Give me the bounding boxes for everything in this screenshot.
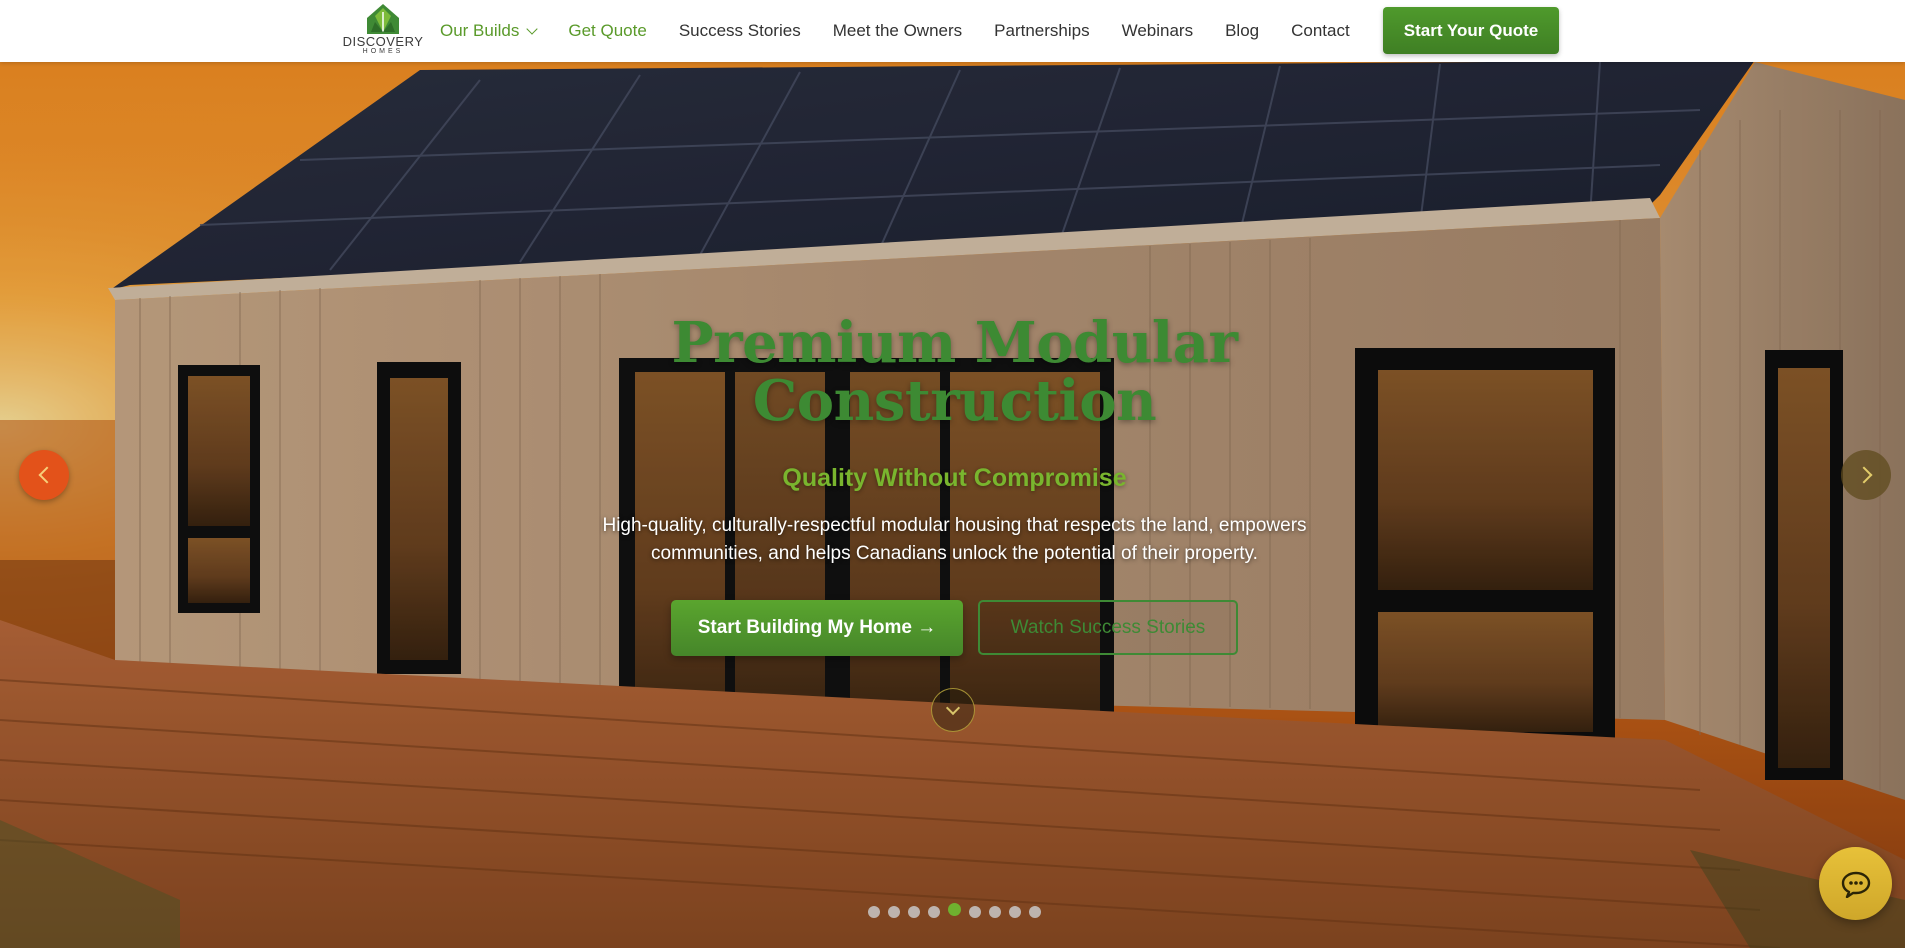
carousel-dot[interactable] <box>948 902 961 916</box>
carousel-dots <box>868 902 1049 920</box>
carousel-dot[interactable] <box>969 906 981 918</box>
hero-title-line-2: Construction <box>752 368 1157 434</box>
chevron-down-icon <box>945 700 961 715</box>
carousel-dot[interactable] <box>989 906 1001 918</box>
chat-button[interactable] <box>1819 847 1892 920</box>
nav-meet-the-owners[interactable]: Meet the Owners <box>833 21 962 41</box>
nav-blog[interactable]: Blog <box>1225 21 1259 41</box>
hero-title: Premium Modular Construction <box>552 314 1357 430</box>
watch-success-stories-button[interactable]: Watch Success Stories <box>978 600 1238 655</box>
main-nav: Our Builds Get Quote Success Stories Mee… <box>440 0 1382 62</box>
logo-subtext: HOMES <box>362 48 404 55</box>
carousel-prev-button[interactable] <box>19 450 69 500</box>
logo-text: DISCOVERY <box>342 34 424 49</box>
carousel-dot[interactable] <box>1029 906 1041 918</box>
carousel-dot[interactable] <box>1009 906 1021 918</box>
nav-webinars[interactable]: Webinars <box>1122 21 1194 41</box>
nav-our-builds[interactable]: Our Builds <box>440 21 539 41</box>
hero-title-line-1: Premium Modular <box>671 310 1238 376</box>
nav-our-builds-label: Our Builds <box>440 21 520 40</box>
house-leaf-logo-icon <box>367 4 399 34</box>
carousel-dot[interactable] <box>868 906 880 918</box>
site-header: DISCOVERY HOMES Our Builds Get Quote Suc… <box>0 0 1905 62</box>
nav-success-stories[interactable]: Success Stories <box>679 21 801 41</box>
carousel-next-button[interactable] <box>1841 450 1891 500</box>
carousel-dot[interactable] <box>928 906 940 918</box>
nav-partnerships[interactable]: Partnerships <box>994 21 1089 41</box>
carousel-dot[interactable] <box>908 906 920 918</box>
carousel-dot[interactable] <box>888 906 900 918</box>
start-building-button[interactable]: Start Building My Home → <box>671 600 963 656</box>
nav-contact[interactable]: Contact <box>1291 21 1350 41</box>
scroll-down-button[interactable] <box>931 688 975 732</box>
chevron-left-icon <box>38 466 55 484</box>
chat-bubble-icon <box>1841 871 1870 898</box>
chevron-down-icon <box>526 22 539 35</box>
start-your-quote-button[interactable]: Start Your Quote <box>1383 7 1559 54</box>
logo[interactable]: DISCOVERY HOMES <box>340 2 426 60</box>
hero-description: High-quality, culturally-respectful modu… <box>602 515 1307 564</box>
chevron-right-icon <box>1855 466 1872 484</box>
hero-subtitle: Quality Without Compromise <box>782 464 1127 492</box>
nav-get-quote[interactable]: Get Quote <box>568 21 646 41</box>
